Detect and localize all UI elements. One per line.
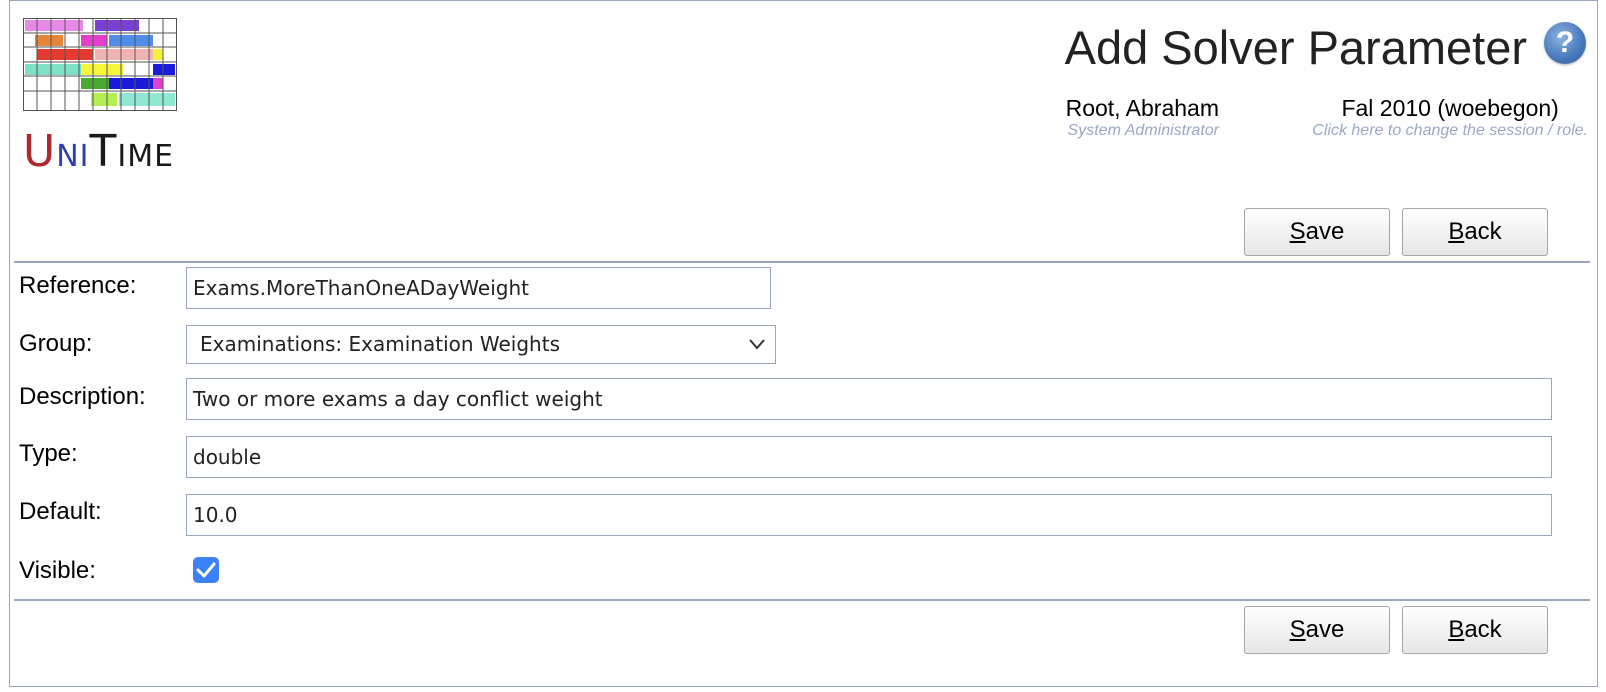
session-info[interactable]: Fal 2010 (woebegon) Click here to change… [1312,95,1588,141]
save-label: ave [1305,616,1345,643]
timetable-grid-logo-icon [23,18,177,111]
back-label: ack [1464,218,1502,245]
save-access-key: S [1289,218,1306,245]
type-label: Type: [19,440,78,467]
back-label: ack [1464,616,1502,643]
header-divider [14,261,1590,263]
session-change-hint: Click here to change the session / role. [1312,122,1588,139]
page-title: Add Solver Parameter [1064,21,1527,74]
default-input[interactable]: 10.0 [186,494,1552,536]
chevron-down-icon [749,339,765,350]
reference-label: Reference: [19,272,137,299]
visible-label: Visible: [19,557,96,584]
save-button-bottom[interactable]: Save [1244,606,1390,654]
logo-letter-u: U [23,126,57,177]
user-info[interactable]: Root, Abraham System Administrator [1066,95,1219,141]
type-input[interactable]: double [186,436,1552,478]
reference-input[interactable]: Exams.MoreThanOneADayWeight [186,267,771,309]
back-access-key: B [1448,616,1465,643]
footer-divider [14,599,1590,601]
unitime-logo[interactable]: UNITIME [23,18,179,178]
default-label: Default: [19,498,102,525]
user-name: Root, Abraham [1065,95,1219,121]
group-label: Group: [19,330,93,357]
logo-letters-ni: NI [56,139,90,174]
session-name: Fal 2010 (woebegon) [1341,95,1559,121]
group-select[interactable]: Examinations: Examination Weights [186,325,776,364]
checkmark-icon [196,562,216,578]
back-access-key: B [1448,218,1465,245]
save-button-top[interactable]: Save [1244,208,1390,256]
save-access-key: S [1289,616,1306,643]
save-label: ave [1305,218,1345,245]
unitime-logo-text: UNITIME [23,130,174,174]
description-label: Description: [19,383,146,410]
back-button-bottom[interactable]: Back [1402,606,1548,654]
help-question-icon[interactable]: ? [1544,22,1586,64]
logo-letter-t: T [89,126,118,177]
visible-checkbox[interactable] [193,557,219,583]
description-input[interactable]: Two or more exams a day conflict weight [186,378,1552,420]
logo-letters-ime: IME [117,139,175,174]
back-button-top[interactable]: Back [1402,208,1548,256]
user-role: System Administrator [1067,122,1219,139]
group-selected-value: Examinations: Examination Weights [200,332,560,356]
